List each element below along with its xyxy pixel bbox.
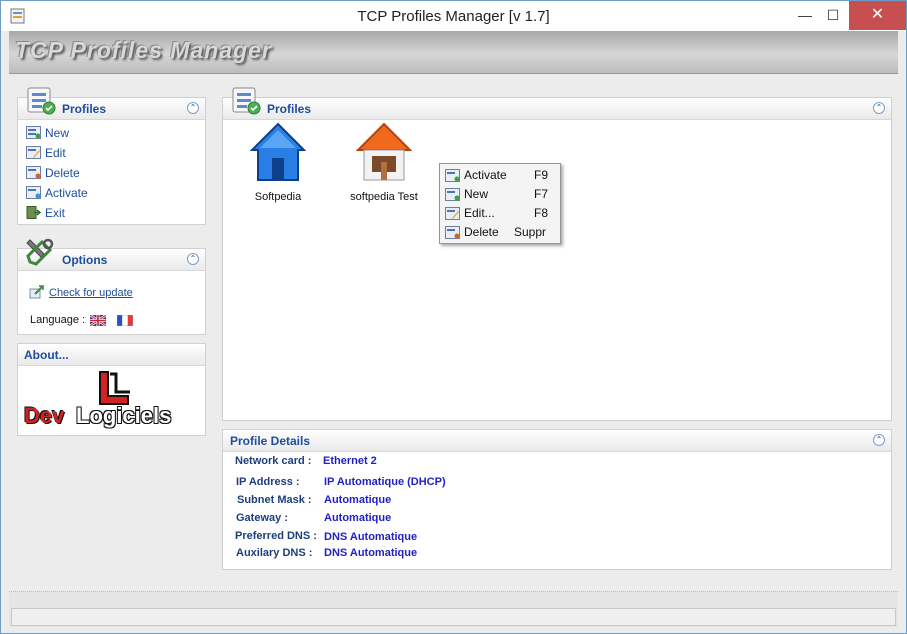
profiles-panel-header[interactable]: Profiles ⌃ [223, 87, 891, 120]
detail-label-ip: IP Address : [236, 476, 300, 488]
profile-softpedia-test[interactable]: softpedia Test [339, 122, 429, 203]
options-header[interactable]: Options ⌃ [18, 238, 205, 271]
task-exit-label: Exit [45, 206, 66, 220]
profile-details-panel: Profile Details ⌃ Network card : Etherne… [222, 429, 892, 570]
chevron-up-icon[interactable]: ⌃ [187, 253, 199, 265]
edit-profile-icon [445, 207, 460, 220]
context-menu: Activate F9 New F7 Edit... F8 Delete Sup… [439, 163, 561, 244]
profile-name: softpedia Test [350, 191, 418, 203]
detail-label-gateway: Gateway : [236, 512, 288, 524]
new-profile-icon [26, 126, 41, 139]
task-delete[interactable]: Delete [26, 165, 80, 183]
minimize-icon[interactable]: — [791, 1, 819, 30]
menu-label: Edit... [464, 206, 495, 220]
menu-item-edit[interactable]: Edit... F8 [442, 204, 558, 223]
task-delete-label: Delete [45, 166, 80, 180]
profiles-panel-title: Profiles [267, 102, 312, 116]
banner-title: TCP Profiles Manager [15, 37, 272, 63]
menu-item-activate[interactable]: Activate F9 [442, 166, 558, 185]
activate-profile-icon [26, 186, 41, 199]
delete-profile-icon [26, 166, 41, 179]
profile-details-title: Profile Details [230, 434, 311, 448]
options-panel: Options ⌃ Check for update Language : [17, 238, 206, 335]
logo-text-logiciels: Logiciels [76, 403, 172, 428]
profile-softpedia[interactable]: Softpedia [233, 122, 323, 203]
uk-flag-icon[interactable] [90, 315, 106, 326]
edit-profile-icon [26, 146, 41, 159]
task-edit[interactable]: Edit [26, 145, 66, 163]
menu-item-delete[interactable]: Delete Suppr [442, 223, 558, 242]
detail-label-preferred-dns: Preferred DNS : [235, 530, 317, 542]
profile-details-header[interactable]: Profile Details ⌃ [223, 430, 891, 452]
main-content: Profiles ⌃ New Edit Delete Activate Exit [9, 75, 898, 587]
language-label: Language : [30, 314, 86, 326]
activate-profile-icon [445, 169, 460, 182]
about-header: About... [18, 344, 205, 366]
maximize-icon[interactable]: ☐ [819, 1, 847, 30]
task-activate[interactable]: Activate [26, 185, 88, 203]
menu-label: New [464, 187, 489, 201]
chevron-up-icon[interactable]: ⌃ [873, 434, 885, 446]
profile-name: Softpedia [254, 191, 302, 203]
menu-label: Activate [464, 168, 507, 182]
close-icon[interactable]: ✕ [849, 1, 906, 30]
options-title: Options [62, 253, 108, 267]
task-new[interactable]: New [26, 125, 69, 143]
header-banner: TCP Profiles Manager [9, 31, 898, 74]
status-bar [9, 591, 898, 627]
detail-value-network-card: Ethernet 2 [323, 455, 377, 467]
new-profile-icon [445, 188, 460, 201]
devlogiciels-logo[interactable]: Dev Logiciels [22, 370, 202, 432]
blue-house-icon [249, 122, 307, 181]
menu-shortcut: Suppr [514, 225, 547, 239]
menu-label: Delete [464, 225, 499, 239]
menu-item-new[interactable]: New F7 [442, 185, 558, 204]
detail-value-gateway: Automatique [324, 512, 392, 524]
delete-profile-icon [445, 226, 460, 239]
profiles-task-header[interactable]: Profiles ⌃ [18, 87, 205, 120]
detail-value-auxilary-dns: DNS Automatique [324, 547, 418, 559]
logo-text-dev: Dev [24, 403, 65, 428]
update-icon [29, 285, 44, 299]
title-bar[interactable]: TCP Profiles Manager [v 1.7] — ☐ ✕ [1, 1, 906, 31]
task-activate-label: Activate [45, 186, 88, 200]
fr-flag-icon[interactable] [117, 315, 133, 326]
chevron-up-icon[interactable]: ⌃ [873, 102, 885, 114]
about-title: About... [24, 348, 69, 362]
detail-label-subnet: Subnet Mask : [237, 494, 312, 506]
about-panel: About... Dev Logiciels [17, 343, 206, 436]
chevron-up-icon[interactable]: ⌃ [187, 102, 199, 114]
detail-value-ip: IP Automatique (DHCP) [324, 476, 446, 488]
detail-label-auxilary-dns: Auxilary DNS : [236, 547, 313, 559]
task-edit-label: Edit [45, 146, 66, 160]
menu-shortcut: F7 [534, 187, 549, 201]
task-new-label: New [45, 126, 70, 140]
profiles-panel-icon [232, 87, 261, 115]
check-update-link[interactable]: Check for update [49, 287, 133, 299]
exit-icon [26, 206, 41, 219]
window-title: TCP Profiles Manager [v 1.7] [357, 8, 550, 25]
menu-shortcut: F9 [534, 168, 549, 182]
detail-value-subnet: Automatique [324, 494, 392, 506]
detail-value-preferred-dns: DNS Automatique [324, 531, 418, 543]
profiles-panel: Profiles ⌃ Softpedia softpedia Test [222, 87, 892, 421]
detail-label-network-card: Network card : [235, 455, 312, 467]
profiles-task-title: Profiles [62, 102, 107, 116]
task-exit[interactable]: Exit [26, 205, 65, 223]
menu-shortcut: F8 [534, 206, 549, 220]
tools-icon [26, 238, 54, 266]
orange-house-icon [355, 122, 413, 181]
app-window: TCP Profiles Manager [v 1.7] — ☐ ✕ TCP P… [0, 0, 907, 634]
profiles-panel-icon [27, 87, 56, 115]
status-field [11, 608, 896, 626]
profiles-task-panel: Profiles ⌃ New Edit Delete Activate Exit [17, 87, 206, 225]
